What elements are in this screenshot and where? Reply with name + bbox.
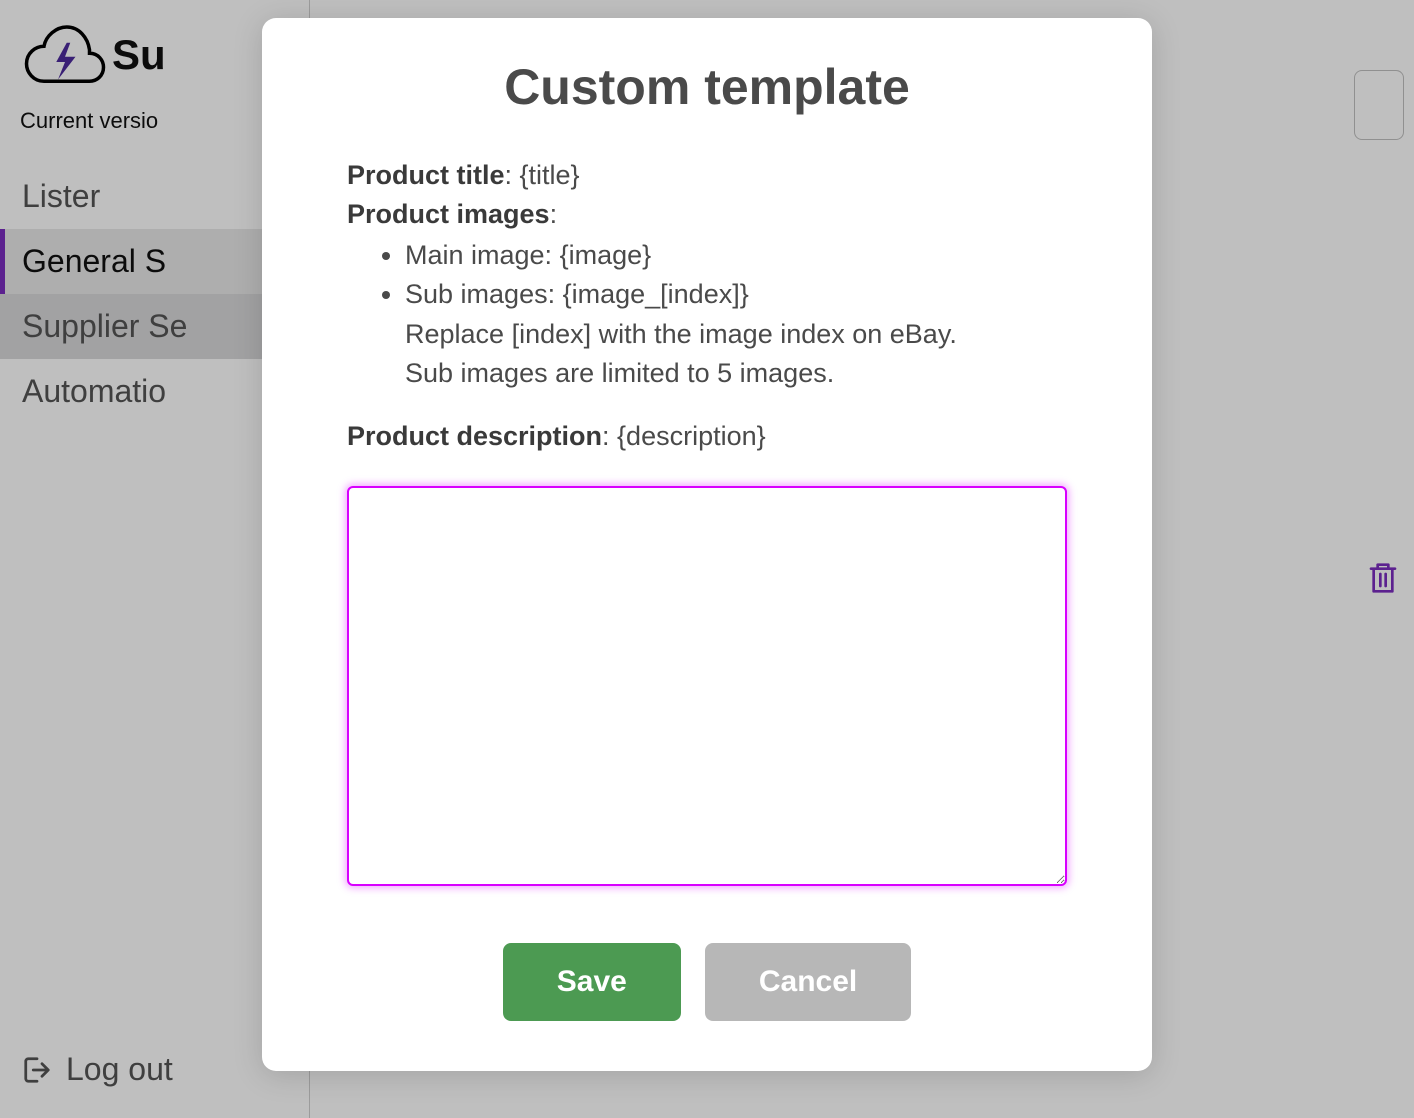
- product-description-label: Product description: [347, 421, 602, 451]
- product-title-value: : {title}: [505, 160, 580, 190]
- product-images-colon: :: [550, 199, 558, 229]
- custom-template-modal: Custom template Product title: {title} P…: [262, 18, 1152, 1071]
- sub-images-line: Sub images: {image_[index]}: [405, 279, 749, 309]
- template-help-text: Product title: {title} Product images: M…: [347, 156, 1067, 456]
- save-button[interactable]: Save: [503, 943, 681, 1021]
- modal-overlay[interactable]: Custom template Product title: {title} P…: [0, 0, 1414, 1118]
- product-description-value: : {description}: [602, 421, 766, 451]
- product-images-label: Product images: [347, 199, 550, 229]
- template-textarea[interactable]: [347, 486, 1067, 886]
- modal-button-row: Save Cancel: [347, 943, 1067, 1021]
- replace-note: Replace [index] with the image index on …: [405, 319, 957, 349]
- limit-note: Sub images are limited to 5 images.: [405, 358, 834, 388]
- product-title-label: Product title: [347, 160, 505, 190]
- main-image-line: Main image: {image}: [405, 236, 1067, 275]
- cancel-button[interactable]: Cancel: [705, 943, 911, 1021]
- modal-title: Custom template: [347, 58, 1067, 116]
